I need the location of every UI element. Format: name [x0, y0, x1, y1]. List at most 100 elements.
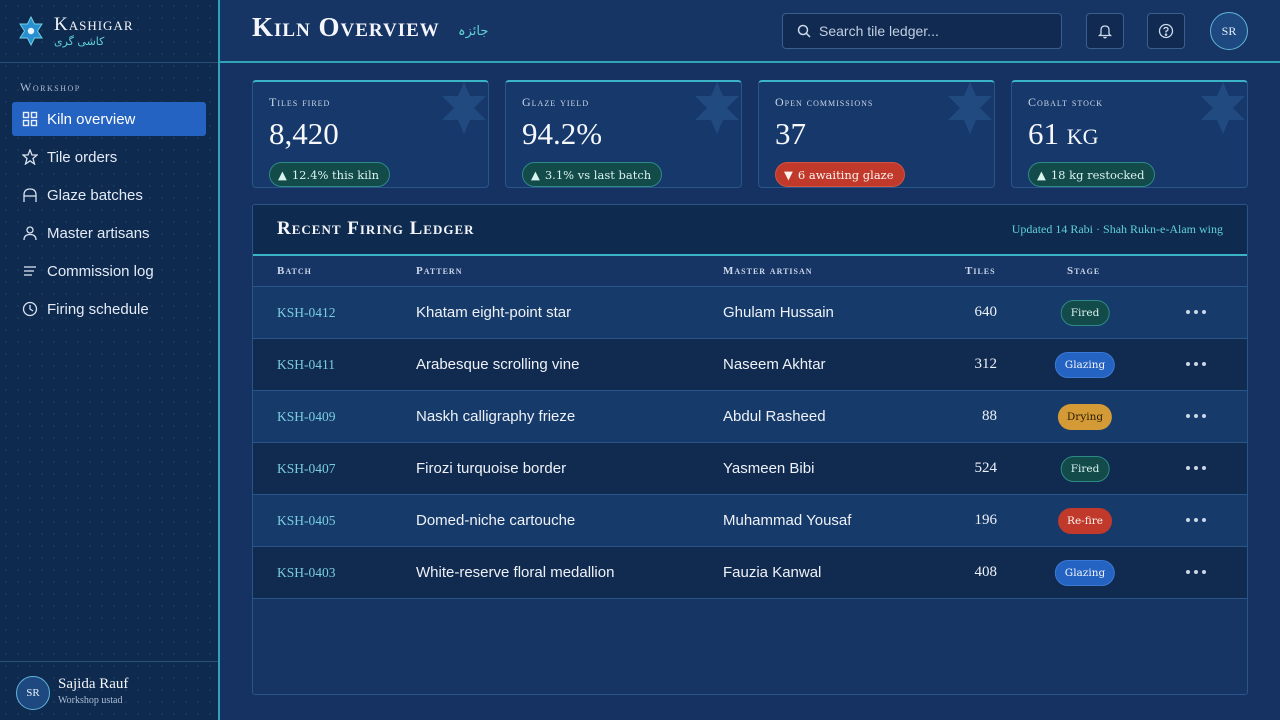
firing-ledger-panel: Recent Firing Ledger Updated 14 Rabi · S… [252, 204, 1248, 695]
trend-text: 6 awaiting glaze [797, 167, 894, 182]
trend-text: 18 kg restocked [1050, 167, 1145, 182]
col-pattern[interactable]: Pattern [416, 265, 462, 277]
sidebar: Kashigar کاشی گری Workshop Kiln overview… [0, 0, 220, 720]
col-stage[interactable]: Stage [1067, 265, 1100, 277]
sidebar-item-glaze-batches[interactable]: Glaze batches [12, 178, 206, 212]
sidebar-item-label: Firing schedule [47, 300, 149, 318]
stage-cell: Glazing [1054, 560, 1116, 586]
sidebar-item-label: Tile orders [47, 148, 118, 166]
sidebar-item-label: Commission log [47, 262, 154, 280]
brand-subtitle: کاشی گری [54, 35, 105, 48]
sidebar-item-tile-orders[interactable]: Tile orders [12, 140, 206, 174]
search-box[interactable] [782, 13, 1062, 49]
batch-id[interactable]: KSH-0411 [277, 357, 335, 373]
batch-id[interactable]: KSH-0412 [277, 305, 336, 321]
star-decoration-icon [442, 82, 486, 134]
artisan: Yasmeen Bibi [723, 460, 815, 477]
artisan: Ghulam Hussain [723, 304, 834, 321]
sidebar-item-commission-log[interactable]: Commission log [12, 254, 206, 288]
more-actions-icon[interactable] [1186, 466, 1206, 470]
tile-count: 312 [974, 356, 998, 372]
batch-id[interactable]: KSH-0403 [277, 565, 336, 581]
artisan: Naseem Akhtar [723, 356, 826, 373]
stage-cell: Re-fire [1058, 508, 1112, 534]
triangle-up-icon: ▲ [278, 167, 287, 182]
nav-section-label: Workshop [20, 80, 81, 94]
brand[interactable]: Kashigar کاشی گری [0, 0, 218, 63]
more-actions-icon[interactable] [1186, 570, 1206, 574]
pattern: Domed-niche cartouche [416, 512, 576, 529]
status-badge: Fired [1060, 456, 1110, 482]
table-row[interactable]: KSH-0411 Arabesque scrolling vine Naseem… [253, 339, 1247, 391]
star-decoration-icon [948, 82, 992, 134]
header-avatar[interactable]: SR [1210, 12, 1248, 50]
trend-text: 3.1% vs last batch [544, 167, 652, 182]
more-actions-icon[interactable] [1186, 518, 1206, 522]
notifications-button[interactable] [1086, 13, 1124, 49]
stat-value: 61 kg [1028, 116, 1099, 151]
sidebar-item-kiln-overview[interactable]: Kiln overview [12, 102, 206, 136]
col-artisan[interactable]: Master artisan [723, 265, 813, 277]
batch-id[interactable]: KSH-0409 [277, 409, 336, 425]
clock-icon [22, 301, 38, 317]
batch-id[interactable]: KSH-0405 [277, 513, 336, 529]
pattern: Arabesque scrolling vine [416, 356, 580, 373]
stat-card-tiles-fired: Tiles fired 8,420 ▲ 12.4% this kiln [252, 80, 489, 188]
avatar: SR [16, 676, 50, 710]
page-title-urdu: جائزہ [458, 24, 489, 39]
tile-count: 524 [974, 460, 998, 476]
pattern: Firozi turquoise border [416, 460, 567, 477]
stat-label: Cobalt stock [1028, 95, 1104, 109]
more-actions-icon[interactable] [1186, 414, 1206, 418]
triangle-up-icon: ▲ [531, 167, 540, 182]
user-role: Workshop ustad [58, 695, 123, 706]
sidebar-item-label: Master artisans [47, 224, 150, 242]
stat-card-glaze-yield: Glaze yield 94.2% ▲ 3.1% vs last batch [505, 80, 742, 188]
tile-count: 196 [974, 512, 998, 528]
search-icon [797, 24, 811, 38]
col-tiles[interactable]: Tiles [965, 265, 996, 277]
star-decoration-icon [695, 82, 739, 134]
sidebar-item-master-artisans[interactable]: Master artisans [12, 216, 206, 250]
sidebar-item-label: Glaze batches [47, 186, 143, 204]
star-decoration-icon [1201, 82, 1245, 134]
trend-badge: ▲ 12.4% this kiln [269, 162, 391, 187]
stat-value: 8,420 [269, 116, 339, 151]
brand-name: Kashigar [54, 14, 134, 35]
triangle-down-icon: ▼ [784, 167, 793, 182]
tile-count: 640 [974, 304, 998, 320]
triangle-up-icon: ▲ [1037, 167, 1046, 182]
pattern: Naskh calligraphy frieze [416, 408, 576, 425]
stat-label: Tiles fired [269, 95, 331, 109]
table-row[interactable]: KSH-0405 Domed-niche cartouche Muhammad … [253, 495, 1247, 547]
sidebar-item-firing-schedule[interactable]: Firing schedule [12, 292, 206, 326]
stage-cell: Fired [1060, 456, 1110, 482]
table-row[interactable]: KSH-0407 Firozi turquoise border Yasmeen… [253, 443, 1247, 495]
stage-cell: Glazing [1054, 352, 1116, 378]
sidebar-nav: Kiln overview Tile orders Glaze batches … [12, 102, 206, 330]
more-actions-icon[interactable] [1186, 362, 1206, 366]
col-batch[interactable]: Batch [277, 265, 312, 277]
artisan: Abdul Rasheed [723, 408, 826, 425]
table-row[interactable]: KSH-0412 Khatam eight-point star Ghulam … [253, 287, 1247, 339]
batch-id[interactable]: KSH-0407 [277, 461, 336, 477]
star-icon [22, 149, 38, 165]
help-icon [1158, 23, 1174, 39]
status-badge: Re-fire [1058, 508, 1112, 534]
search-input[interactable] [819, 23, 1039, 39]
tile-count: 408 [974, 564, 998, 580]
trend-text: 12.4% this kiln [291, 167, 380, 182]
help-button[interactable] [1147, 13, 1185, 49]
more-actions-icon[interactable] [1186, 310, 1206, 314]
stat-card-open-commissions: Open commissions 37 ▼ 6 awaiting glaze [758, 80, 995, 188]
artisan: Muhammad Yousaf [723, 512, 852, 529]
list-icon [22, 263, 38, 279]
table-row[interactable]: KSH-0403 White-reserve floral medallion … [253, 547, 1247, 599]
stat-label: Glaze yield [522, 95, 590, 109]
status-badge: Drying [1057, 404, 1113, 430]
table-header: Batch Pattern Master artisan Tiles Stage [253, 256, 1247, 287]
tile-count: 88 [982, 408, 997, 424]
panel-meta: Updated 14 Rabi · Shah Rukn-e-Alam wing [1011, 222, 1223, 236]
table-row[interactable]: KSH-0409 Naskh calligraphy frieze Abdul … [253, 391, 1247, 443]
user-profile[interactable]: SR Sajida Rauf Workshop ustad [0, 661, 218, 720]
